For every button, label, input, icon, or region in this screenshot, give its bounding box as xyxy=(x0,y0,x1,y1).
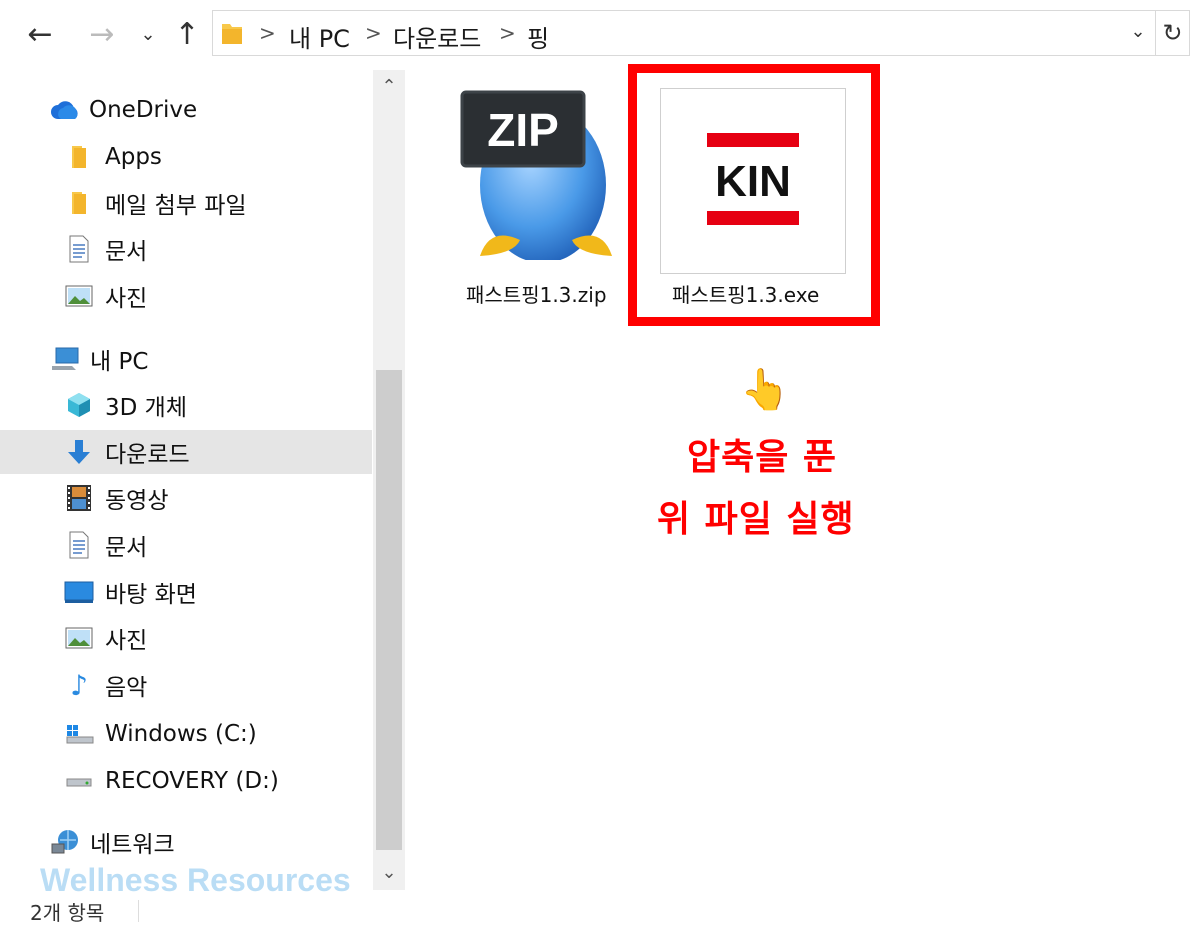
zip-archive-icon: ZIP xyxy=(460,90,612,260)
document-icon xyxy=(64,234,94,264)
breadcrumb-separator: > xyxy=(259,21,276,45)
breadcrumb-my-pc[interactable]: 내 PC xyxy=(289,19,350,54)
nav-item-label: Windows (C:) xyxy=(105,721,257,747)
breadcrumb-ping[interactable]: 핑 xyxy=(527,19,549,54)
nav-item-label: 내 PC xyxy=(90,349,149,375)
chevron-up-icon: ⌃ xyxy=(381,76,397,97)
nav-item-label: 음악 xyxy=(105,675,148,701)
nav-item-network[interactable]: 네트워크 xyxy=(0,820,372,864)
nav-item-windows-c[interactable]: Windows (C:) xyxy=(0,712,372,756)
nav-item-pictures[interactable]: 사진 xyxy=(0,616,372,660)
nav-item-recovery-d[interactable]: RECOVERY (D:) xyxy=(0,759,372,803)
nav-item-apps[interactable]: Apps xyxy=(0,135,372,179)
chevron-down-icon: ⌄ xyxy=(381,862,397,883)
nav-item-label: Apps xyxy=(105,144,162,170)
nav-item-label: 동영상 xyxy=(105,488,169,514)
picture-icon xyxy=(64,623,94,653)
breadcrumb-separator: > xyxy=(365,21,382,45)
nav-item-label: 문서 xyxy=(105,239,148,265)
windows-drive-icon xyxy=(64,719,94,749)
nav-item-label: RECOVERY (D:) xyxy=(105,768,279,794)
zip-badge-text: ZIP xyxy=(487,104,559,156)
download-arrow-icon xyxy=(64,437,94,467)
drive-icon xyxy=(64,766,94,796)
scrollbar-thumb[interactable] xyxy=(376,370,402,850)
nav-item-3d-objects[interactable]: 3D 개체 xyxy=(0,383,372,427)
watermark: Wellness Resources xyxy=(40,862,351,898)
back-arrow-icon: ← xyxy=(27,16,53,52)
refresh-icon: ↻ xyxy=(1162,19,1183,47)
nav-item-label: 사진 xyxy=(105,286,148,312)
file-name: 패스트핑1.3.zip xyxy=(466,283,607,307)
folder-icon xyxy=(64,142,94,172)
nav-item-label: 메일 첨부 파일 xyxy=(105,193,247,219)
nav-item-label: 바탕 화면 xyxy=(105,582,197,608)
instruction-line-1: 압축을 푼 xyxy=(687,437,838,478)
file-item-zip[interactable]: ZIP 패스트핑1.3.zip xyxy=(450,80,626,310)
nav-item-desktop[interactable]: 바탕 화면 xyxy=(0,570,372,614)
breadcrumb-downloads[interactable]: 다운로드 xyxy=(393,19,481,54)
forward-arrow-icon: → xyxy=(89,16,115,52)
address-toolbar: ← → ⌄ ↑ > 내 PC > 다운로드 > 핑 ⌄ ↻ xyxy=(0,0,1198,70)
folder-icon xyxy=(222,24,242,44)
network-icon xyxy=(50,827,80,857)
chevron-down-icon: ⌄ xyxy=(1130,21,1146,42)
highlight-box xyxy=(628,64,880,326)
address-bar[interactable]: > 내 PC > 다운로드 > 핑 ⌄ xyxy=(212,10,1156,56)
pointing-hand-icon: 👆 xyxy=(740,367,790,413)
nav-item-label: OneDrive xyxy=(89,97,198,123)
recent-locations-button[interactable]: ⌄ xyxy=(136,14,160,54)
forward-button[interactable]: → xyxy=(84,14,120,54)
breadcrumb-separator: > xyxy=(499,21,516,45)
navigation-pane-scrollbar[interactable]: ⌃ ⌄ xyxy=(373,70,405,890)
refresh-button[interactable]: ↻ xyxy=(1156,10,1190,56)
scroll-down-button[interactable]: ⌄ xyxy=(373,856,405,890)
music-note-icon: ♪ xyxy=(70,668,88,702)
nav-item-label: 다운로드 xyxy=(105,442,190,468)
nav-item-onedrive-pictures[interactable]: 사진 xyxy=(0,274,372,318)
scroll-up-button[interactable]: ⌃ xyxy=(373,70,405,104)
document-icon xyxy=(64,530,94,560)
back-button[interactable]: ← xyxy=(22,14,58,54)
nav-item-onedrive[interactable]: OneDrive xyxy=(0,88,372,132)
computer-icon xyxy=(50,344,80,374)
status-item-count: 2개 항목 xyxy=(30,901,105,925)
nav-item-videos[interactable]: 동영상 xyxy=(0,476,372,520)
desktop-icon xyxy=(64,577,94,607)
nav-item-music[interactable]: ♪ 음악 xyxy=(0,663,372,707)
instruction-line-2: 위 파일 실행 xyxy=(657,499,855,540)
nav-item-documents[interactable]: 문서 xyxy=(0,523,372,567)
up-button[interactable]: ↑ xyxy=(170,14,204,54)
navigation-pane: OneDrive Apps 메일 첨부 파일 문서 사진 내 PC 3D 개체 … xyxy=(0,70,405,890)
folder-icon xyxy=(64,188,94,218)
nav-item-downloads[interactable]: 다운로드 xyxy=(0,430,372,474)
nav-item-onedrive-documents[interactable]: 문서 xyxy=(0,227,372,271)
status-divider xyxy=(138,900,139,922)
onedrive-cloud-icon xyxy=(50,95,80,125)
nav-item-mail-attachments[interactable]: 메일 첨부 파일 xyxy=(0,181,372,225)
picture-icon xyxy=(64,281,94,311)
nav-item-label: 문서 xyxy=(105,535,148,561)
nav-item-my-pc[interactable]: 내 PC xyxy=(0,337,372,381)
address-dropdown-button[interactable]: ⌄ xyxy=(1121,21,1155,42)
nav-item-label: 사진 xyxy=(105,628,148,654)
chevron-down-icon: ⌄ xyxy=(140,23,156,45)
film-icon xyxy=(64,483,94,513)
nav-item-label: 네트워크 xyxy=(90,832,175,858)
cube-icon xyxy=(64,390,94,420)
nav-item-label: 3D 개체 xyxy=(105,395,187,421)
up-arrow-icon: ↑ xyxy=(174,16,200,52)
